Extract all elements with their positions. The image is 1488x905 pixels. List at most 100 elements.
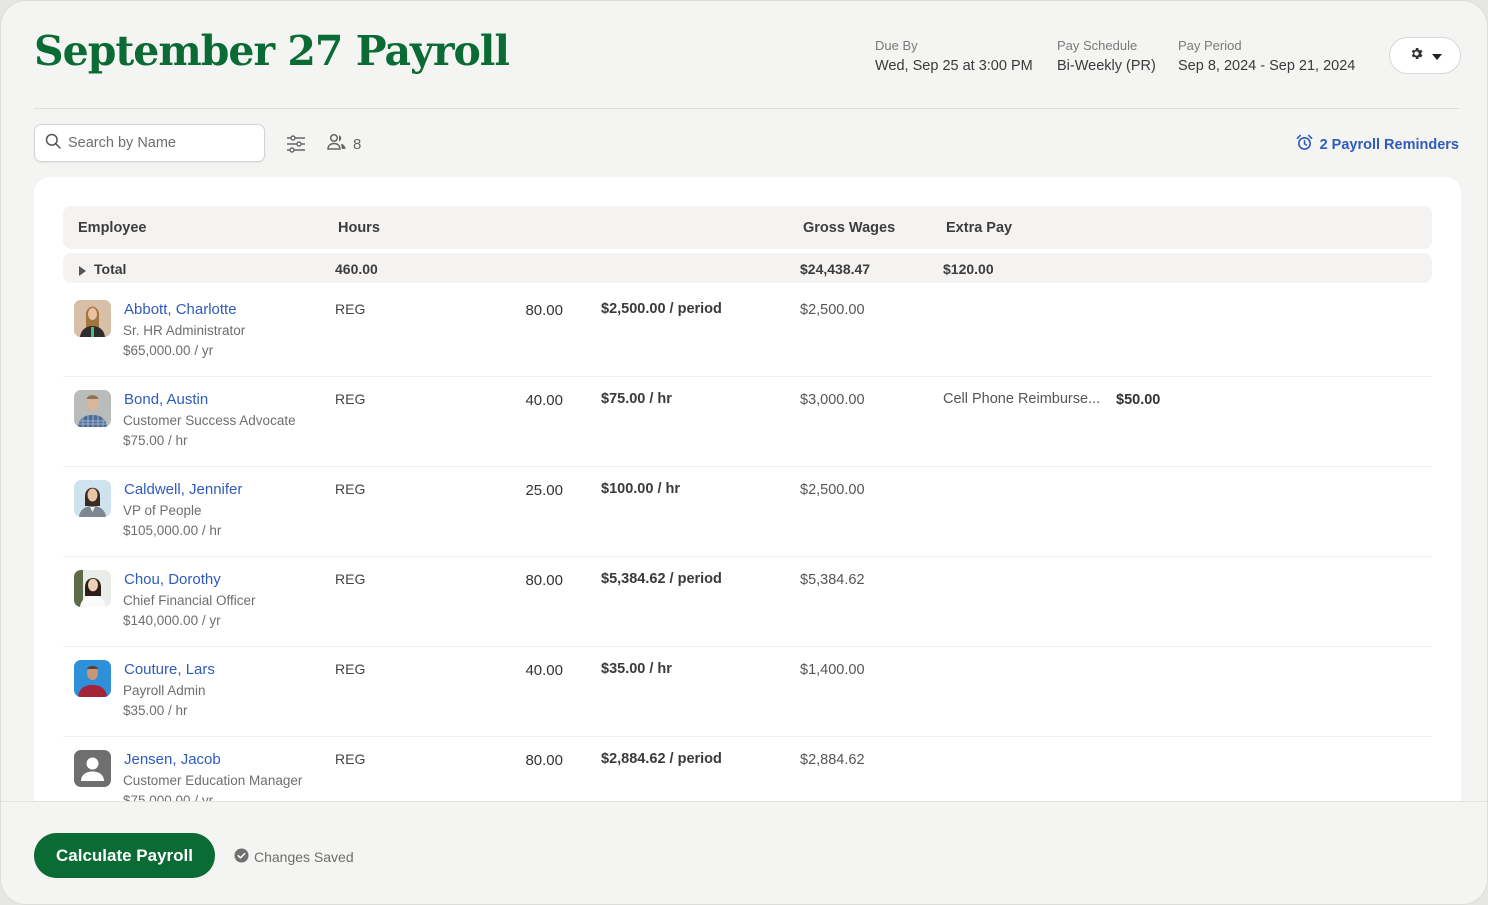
employee-role: Customer Success Advocate	[123, 413, 296, 428]
employee-salary: $75,000.00 / yr	[123, 793, 214, 801]
calculate-payroll-button[interactable]: Calculate Payroll	[34, 833, 215, 878]
employee-role: Chief Financial Officer	[123, 593, 256, 608]
employee-name-link[interactable]: Abbott, Charlotte	[124, 301, 237, 318]
table-row: Abbott, Charlotte Sr. HR Administrator $…	[63, 287, 1432, 377]
check-circle-icon	[234, 848, 249, 866]
due-by-label: Due By	[875, 38, 918, 53]
table-header: Employee Hours Gross Wages Extra Pay	[63, 206, 1432, 249]
pay-period-label: Pay Period	[1178, 38, 1242, 53]
pay-period: Pay Period Sep 8, 2024 - Sep 21, 2024	[1178, 38, 1355, 74]
search-input[interactable]	[68, 135, 248, 151]
pay-type: REG	[335, 301, 366, 317]
table-row: Jensen, Jacob Customer Education Manager…	[63, 737, 1432, 801]
pay-schedule: Pay Schedule Bi-Weekly (PR)	[1057, 38, 1156, 74]
gross-wages: $2,500.00	[800, 482, 865, 498]
total-row[interactable]: Total 460.00 $24,438.47 $120.00	[63, 253, 1432, 283]
employee-role: Customer Education Manager	[123, 773, 303, 788]
employee-role: Payroll Admin	[123, 683, 206, 698]
settings-menu-button[interactable]	[1389, 37, 1461, 74]
payroll-table-card: Employee Hours Gross Wages Extra Pay Tot…	[34, 177, 1461, 817]
gross-wages: $1,400.00	[800, 662, 865, 678]
total-extra-pay: $120.00	[943, 261, 994, 277]
pay-period-value: Sep 8, 2024 - Sep 21, 2024	[1178, 58, 1356, 74]
employee-salary: $65,000.00 / yr	[123, 343, 214, 358]
save-status-text: Changes Saved	[254, 849, 354, 865]
pay-type: REG	[335, 661, 366, 677]
hours-value[interactable]: 80.00	[483, 302, 563, 319]
total-hours: 460.00	[335, 261, 378, 277]
employee-name-link[interactable]: Jensen, Jacob	[124, 751, 221, 768]
hours-value[interactable]: 80.00	[483, 572, 563, 589]
payroll-reminders-link[interactable]: 2 Payroll Reminders	[1296, 134, 1459, 155]
caret-down-icon	[1431, 47, 1442, 65]
pay-type: REG	[335, 571, 366, 587]
employee-count[interactable]: 8	[327, 133, 361, 155]
pay-rate: $75.00 / hr	[601, 391, 672, 407]
employee-salary: $35.00 / hr	[123, 703, 188, 718]
page-title: September 27 Payroll	[34, 27, 510, 75]
gear-icon	[1409, 46, 1424, 66]
column-hours[interactable]: Hours	[338, 220, 380, 236]
hours-value[interactable]: 25.00	[483, 482, 563, 499]
employee-count-value: 8	[353, 135, 362, 153]
avatar	[74, 570, 111, 607]
employee-salary: $140,000.00 / yr	[123, 613, 221, 628]
column-extra-pay[interactable]: Extra Pay	[946, 220, 1012, 236]
extra-pay-amount[interactable]: $50.00	[1116, 392, 1160, 408]
pay-rate: $35.00 / hr	[601, 661, 672, 677]
search-icon	[45, 133, 61, 154]
save-status: Changes Saved	[234, 848, 354, 866]
pay-schedule-label: Pay Schedule	[1057, 38, 1138, 53]
column-employee[interactable]: Employee	[78, 220, 147, 236]
payroll-window: September 27 Payroll Due By Wed, Sep 25 …	[0, 0, 1488, 905]
pay-type: REG	[335, 391, 366, 407]
employee-role: Sr. HR Administrator	[123, 323, 246, 338]
hours-value[interactable]: 40.00	[483, 662, 563, 679]
employee-salary: $105,000.00 / hr	[123, 523, 222, 538]
avatar	[74, 390, 111, 427]
employee-name-link[interactable]: Chou, Dorothy	[124, 571, 221, 588]
expand-caret-icon[interactable]	[79, 263, 86, 279]
gross-wages: $2,884.62	[800, 752, 865, 768]
due-by-value: Wed, Sep 25 at 3:00 PM	[875, 58, 1033, 74]
employee-name-link[interactable]: Couture, Lars	[124, 661, 215, 678]
total-label: Total	[94, 261, 127, 277]
employee-name-link[interactable]: Bond, Austin	[124, 391, 208, 408]
employee-name-link[interactable]: Caldwell, Jennifer	[124, 481, 242, 498]
table-row: Chou, Dorothy Chief Financial Officer $1…	[63, 557, 1432, 647]
users-icon	[327, 133, 347, 155]
gross-wages: $2,500.00	[800, 302, 865, 318]
pay-type: REG	[335, 751, 366, 767]
gross-wages: $5,384.62	[800, 572, 865, 588]
footer-bar: Calculate Payroll Changes Saved	[1, 801, 1487, 904]
avatar-placeholder-icon	[74, 750, 111, 787]
toolbar: 8 2 Payroll Reminders	[34, 124, 1459, 162]
employee-role: VP of People	[123, 503, 202, 518]
search-box[interactable]	[34, 124, 265, 162]
avatar	[74, 480, 111, 517]
total-gross-wages: $24,438.47	[800, 261, 871, 277]
employee-salary: $75.00 / hr	[123, 433, 188, 448]
pay-rate: $5,384.62 / period	[601, 571, 722, 587]
filter-button[interactable]	[285, 133, 307, 155]
column-gross-wages[interactable]: Gross Wages	[803, 220, 895, 236]
pay-rate: $2,884.62 / period	[601, 751, 722, 767]
avatar	[74, 300, 111, 337]
page-header: September 27 Payroll Due By Wed, Sep 25 …	[34, 1, 1461, 109]
pay-rate: $2,500.00 / period	[601, 301, 722, 317]
table-row: Couture, Lars Payroll Admin $35.00 / hr …	[63, 647, 1432, 737]
hours-value[interactable]: 80.00	[483, 752, 563, 769]
avatar	[74, 660, 111, 697]
table-row: Bond, Austin Customer Success Advocate $…	[63, 377, 1432, 467]
alarm-clock-icon	[1296, 134, 1313, 155]
pay-type: REG	[335, 481, 366, 497]
hours-value[interactable]: 40.00	[483, 392, 563, 409]
payroll-reminders-label: 2 Payroll Reminders	[1319, 136, 1459, 153]
table-row: Caldwell, Jennifer VP of People $105,000…	[63, 467, 1432, 557]
due-by: Due By Wed, Sep 25 at 3:00 PM	[875, 38, 1033, 74]
extra-pay-name[interactable]: Cell Phone Reimburse...	[943, 391, 1100, 407]
employee-rows: Abbott, Charlotte Sr. HR Administrator $…	[63, 287, 1432, 801]
gross-wages: $3,000.00	[800, 392, 865, 408]
sliders-icon	[285, 135, 307, 159]
pay-schedule-value: Bi-Weekly (PR)	[1057, 58, 1156, 74]
